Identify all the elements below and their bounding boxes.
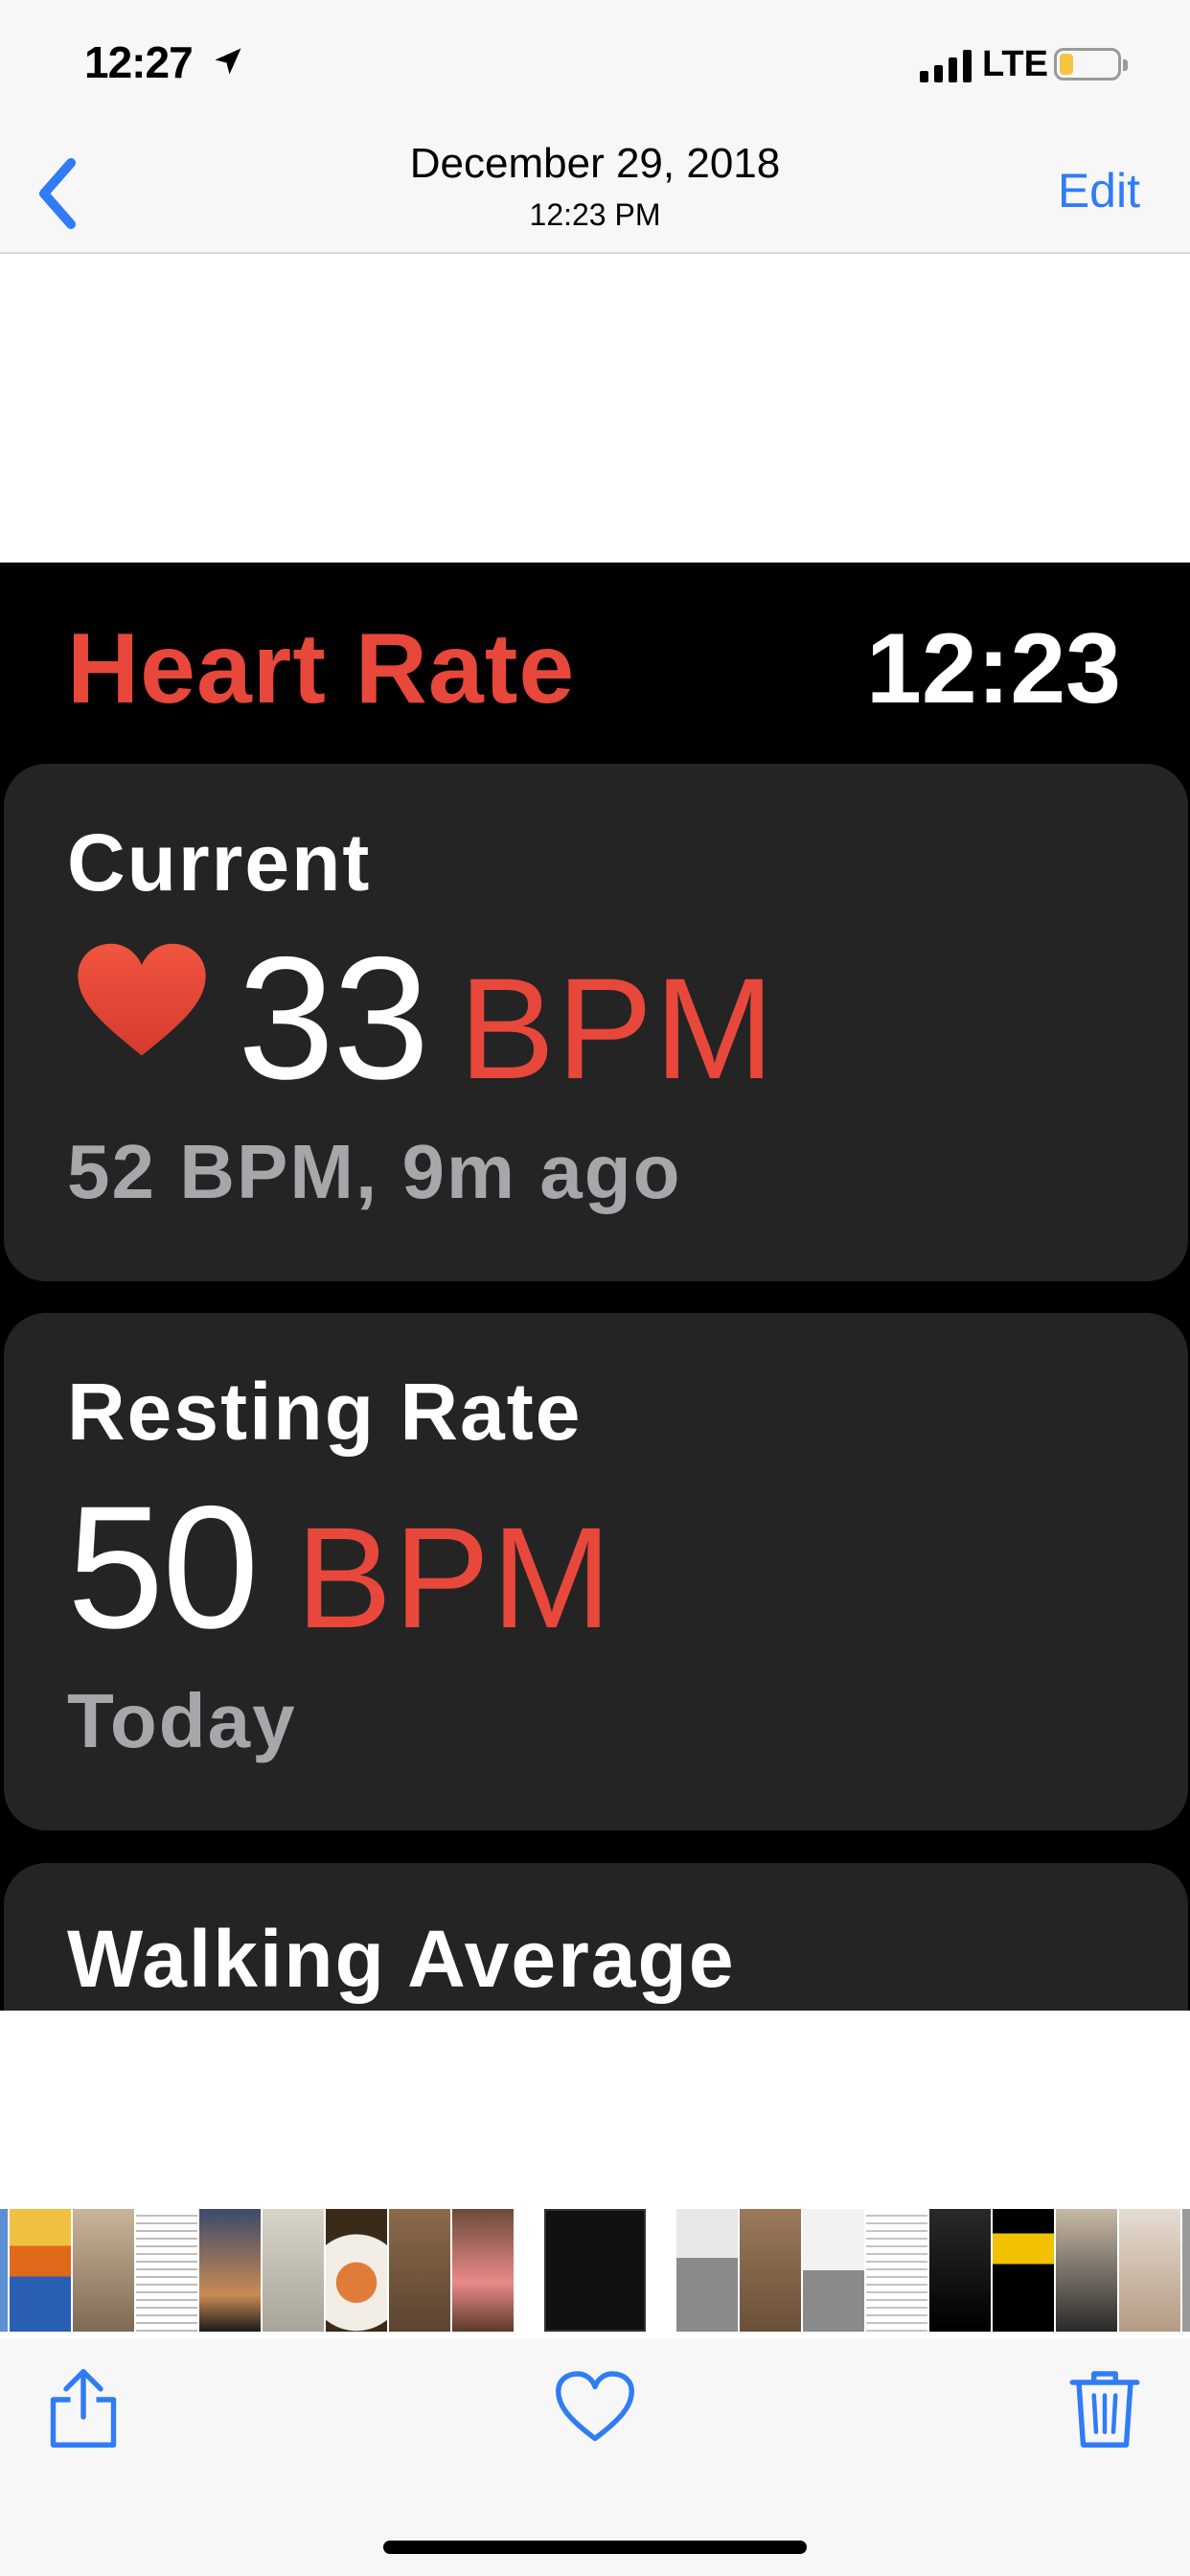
current-bpm-value: 33: [238, 920, 429, 1116]
trash-icon[interactable]: [1062, 2365, 1148, 2451]
home-indicator[interactable]: [383, 2541, 807, 2554]
navigation-bar: December 29, 2018 12:23 PM Edit: [0, 134, 1190, 254]
watch-clock: 12:23: [866, 613, 1121, 724]
status-time: 12:27: [84, 37, 194, 87]
status-bar: 12:27 LTE: [0, 0, 1190, 134]
resting-bpm-unit: BPM: [296, 1497, 614, 1658]
thumbnail[interactable]: [1056, 2209, 1117, 2332]
thumbnail[interactable]: [1182, 2209, 1190, 2332]
thumbnail[interactable]: [136, 2209, 197, 2332]
photo-content[interactable]: Heart Rate 12:23 Current 33 BPM 52 BPM, …: [0, 563, 1190, 2011]
thumbnail[interactable]: [263, 2209, 324, 2332]
walking-label: Walking Average: [67, 1914, 736, 2004]
thumbnail[interactable]: [866, 2209, 927, 2332]
thumbnail[interactable]: [452, 2209, 514, 2332]
current-rate-card: Current 33 BPM 52 BPM, 9m ago: [4, 764, 1188, 1281]
thumbnail[interactable]: [803, 2209, 864, 2332]
edit-button[interactable]: Edit: [1058, 163, 1140, 218]
heart-icon: [78, 943, 206, 1056]
thumbnail[interactable]: [10, 2209, 71, 2332]
thumbnail[interactable]: [326, 2209, 387, 2332]
share-icon[interactable]: [40, 2365, 126, 2451]
watch-app-title: Heart Rate: [67, 613, 576, 724]
resting-rate-card: Resting Rate 50 BPM Today: [4, 1313, 1188, 1830]
thumbnail[interactable]: [993, 2209, 1054, 2332]
photo-date: December 29, 2018: [409, 140, 781, 187]
thumbnail[interactable]: [1119, 2209, 1180, 2332]
thumbnail[interactable]: [389, 2209, 450, 2332]
current-label: Current: [67, 817, 372, 908]
resting-bpm-value: 50: [67, 1469, 259, 1665]
current-bpm-unit: BPM: [459, 948, 777, 1109]
heart-outline-icon[interactable]: [552, 2365, 638, 2451]
resting-label: Resting Rate: [67, 1367, 583, 1457]
current-subtitle: 52 BPM, 9m ago: [67, 1129, 682, 1214]
bottom-toolbar: [0, 2338, 1190, 2576]
thumbnail[interactable]: [0, 2209, 8, 2332]
location-arrow-icon: [215, 48, 241, 75]
thumbnail[interactable]: [929, 2209, 991, 2332]
thumbnail[interactable]: [676, 2209, 738, 2332]
thumbnail[interactable]: [740, 2209, 801, 2332]
thumbnail[interactable]: [73, 2209, 134, 2332]
resting-subtitle: Today: [67, 1678, 297, 1763]
network-type: LTE: [982, 44, 1048, 84]
photo-viewer-screen: 12:27 LTE December 29, 2018 12:23 PM Edi…: [0, 0, 1190, 2576]
walking-average-card: Walking Average: [4, 1863, 1188, 2011]
thumbnail-strip[interactable]: [0, 2209, 1190, 2332]
photo-time: 12:23 PM: [529, 197, 661, 232]
battery-low-icon: [1054, 48, 1128, 80]
thumbnail-selected[interactable]: [544, 2209, 646, 2332]
signal-bars-icon: [920, 48, 975, 82]
thumbnail[interactable]: [199, 2209, 261, 2332]
